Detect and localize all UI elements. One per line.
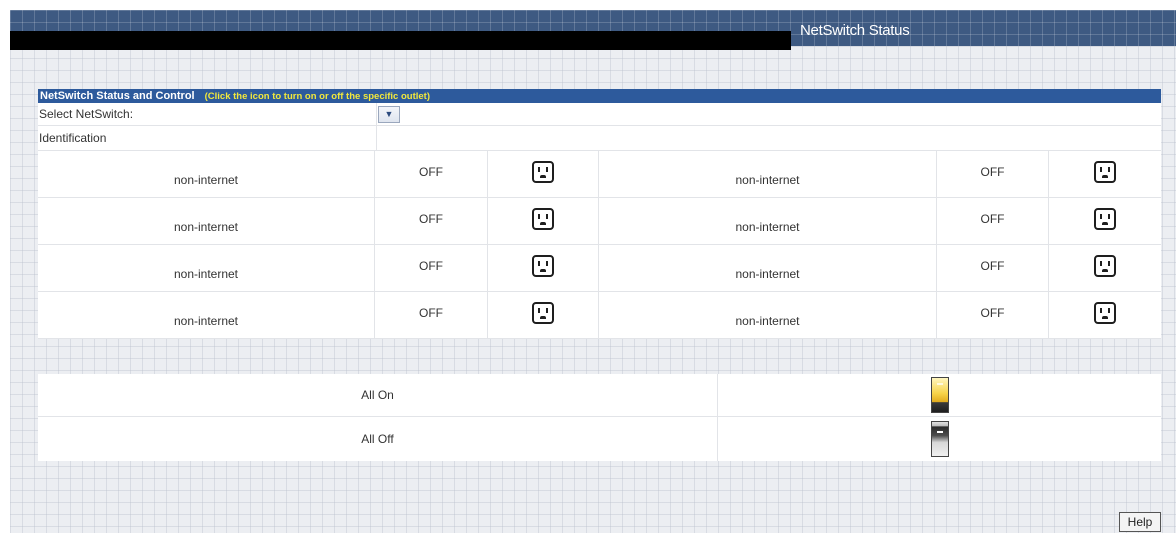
outlet-state: OFF	[937, 198, 1049, 244]
panel-title: NetSwitch Status and Control	[40, 90, 195, 102]
outlet-name: non-internet	[599, 151, 937, 197]
outlet-name: non-internet	[38, 198, 375, 244]
power-outlet-icon[interactable]	[532, 161, 554, 183]
outlet-name: non-internet	[599, 198, 937, 244]
outlet-state: OFF	[375, 245, 488, 291]
power-outlet-icon[interactable]	[532, 302, 554, 324]
outlet-toggle-cell	[488, 198, 599, 244]
identification-label: Identification	[38, 126, 377, 150]
all-on-cell	[718, 374, 1161, 416]
help-button[interactable]: Help	[1119, 512, 1161, 532]
power-outlet-icon[interactable]	[532, 208, 554, 230]
outlet-state: OFF	[937, 151, 1049, 197]
power-outlet-icon[interactable]	[532, 255, 554, 277]
outlet-row: non-internet OFF non-internet OFF	[38, 198, 1161, 245]
all-off-label: All Off	[38, 417, 718, 461]
power-outlet-icon[interactable]	[1094, 302, 1116, 324]
switch-on-icon[interactable]	[930, 377, 949, 413]
select-netswitch-cell: ▼	[377, 103, 1161, 125]
outlet-name: non-internet	[599, 245, 937, 291]
outlet-name: non-internet	[38, 151, 375, 197]
page-title: NetSwitch Status	[800, 22, 910, 39]
power-outlet-icon[interactable]	[1094, 255, 1116, 277]
select-netswitch-label: Select NetSwitch:	[38, 103, 377, 125]
identification-row: Identification	[38, 126, 1161, 151]
outlet-toggle-cell	[488, 245, 599, 291]
netswitch-select[interactable]: ▼	[378, 105, 400, 123]
all-off-cell	[718, 417, 1161, 461]
outlet-row: non-internet OFF non-internet OFF	[38, 292, 1161, 339]
power-outlet-icon[interactable]	[1094, 208, 1116, 230]
outlet-state: OFF	[375, 198, 488, 244]
all-on-row: All On	[38, 374, 1161, 417]
outlet-toggle-cell	[1049, 292, 1161, 338]
outlet-name: non-internet	[38, 292, 375, 338]
outlet-toggle-cell	[1049, 198, 1161, 244]
identification-value	[377, 126, 1161, 150]
outlet-state: OFF	[937, 292, 1049, 338]
header-black-bar	[10, 31, 791, 50]
bulk-control-panel: All On All Off	[38, 374, 1161, 461]
outlet-state: OFF	[375, 292, 488, 338]
outlet-name: non-internet	[38, 245, 375, 291]
outlet-toggle-cell	[1049, 151, 1161, 197]
outlet-row: non-internet OFF non-internet OFF	[38, 245, 1161, 292]
outlet-state: OFF	[375, 151, 488, 197]
all-on-label: All On	[38, 374, 718, 416]
status-control-panel: NetSwitch Status and Control (Click the …	[38, 89, 1161, 339]
outlet-toggle-cell	[488, 292, 599, 338]
outlet-toggle-cell	[1049, 245, 1161, 291]
switch-off-icon[interactable]	[930, 421, 949, 457]
chevron-down-icon: ▼	[384, 108, 394, 119]
power-outlet-icon[interactable]	[1094, 161, 1116, 183]
panel-header: NetSwitch Status and Control (Click the …	[38, 89, 1161, 103]
all-off-row: All Off	[38, 417, 1161, 461]
outlet-state: OFF	[937, 245, 1049, 291]
outlet-name: non-internet	[599, 292, 937, 338]
outlet-toggle-cell	[488, 151, 599, 197]
panel-hint: (Click the icon to turn on or off the sp…	[204, 90, 430, 102]
outlet-row: non-internet OFF non-internet OFF	[38, 151, 1161, 198]
select-netswitch-row: Select NetSwitch: ▼	[38, 103, 1161, 126]
